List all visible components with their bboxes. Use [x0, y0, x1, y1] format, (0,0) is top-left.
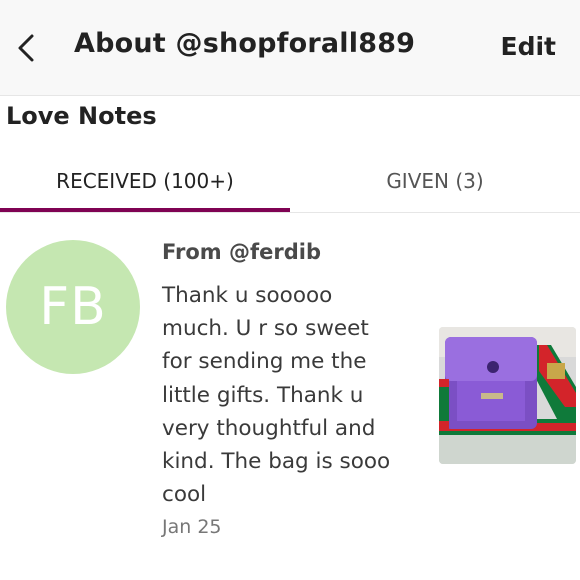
tab-given[interactable]: GIVEN (3) — [290, 150, 580, 212]
tab-received[interactable]: RECEIVED (100+) — [0, 150, 290, 212]
note-photo-thumbnail[interactable] — [439, 327, 576, 464]
avatar[interactable]: FB — [6, 240, 140, 374]
note-line: little gifts. Thank u — [162, 382, 364, 408]
note-line: very thoughtful and — [162, 415, 376, 441]
tab-bar: RECEIVED (100+) GIVEN (3) — [0, 150, 580, 213]
top-bar: About @shopforall889 Edit — [0, 0, 580, 96]
section-title: Love Notes — [6, 102, 157, 130]
note-line: for sending me the — [162, 349, 367, 375]
page-title: About @shopforall889 — [74, 28, 416, 59]
note-line: kind. The bag is sooo — [162, 449, 391, 475]
note-message: Thank u sooooo much. U r so sweet for se… — [162, 279, 422, 511]
back-chevron-icon[interactable] — [14, 33, 40, 63]
note-line: much. U r so sweet — [162, 316, 369, 342]
note-date: Jan 25 — [162, 516, 222, 538]
note-sender[interactable]: From @ferdib — [162, 240, 321, 264]
active-tab-indicator — [0, 208, 290, 212]
note-line: cool — [162, 482, 207, 508]
edit-button[interactable]: Edit — [501, 32, 557, 61]
note-line: Thank u sooooo — [162, 283, 333, 308]
